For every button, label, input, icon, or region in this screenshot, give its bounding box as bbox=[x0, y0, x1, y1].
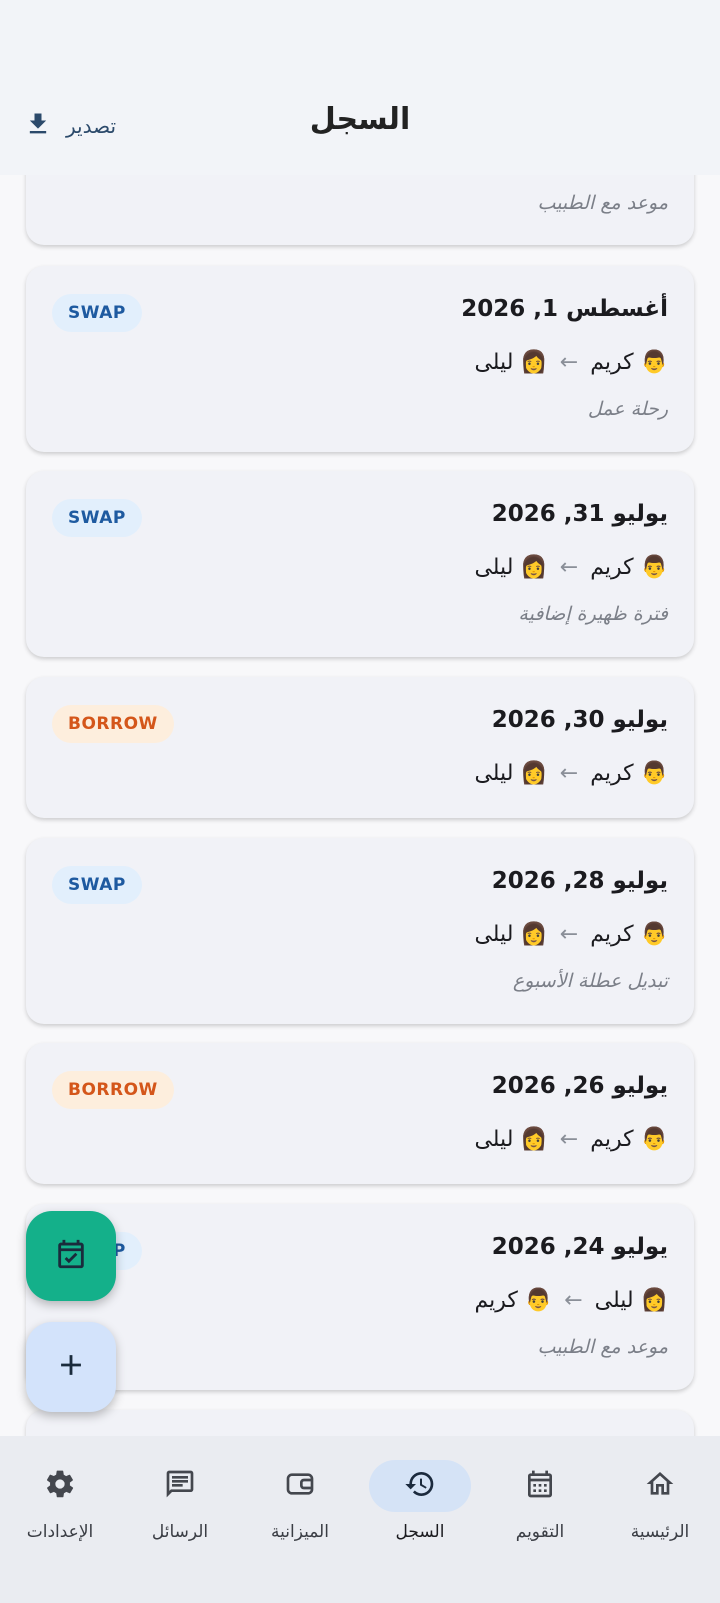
entry-note: موعد مع الطبيب bbox=[537, 192, 668, 214]
arrow-left-icon: ← bbox=[559, 350, 579, 375]
entry-date: يوليو 24, 2026 bbox=[491, 1234, 668, 1260]
message-icon bbox=[164, 1468, 196, 1504]
entry-parties: 👨 كريم ← 👩 ليلى bbox=[474, 761, 668, 786]
nav-label: الميزانية bbox=[271, 1522, 329, 1542]
entry-note: فترة ظهيرة إضافية bbox=[518, 603, 668, 625]
calendar-check-icon bbox=[54, 1237, 88, 1275]
history-icon bbox=[404, 1468, 436, 1504]
calendar-fab[interactable] bbox=[26, 1211, 116, 1301]
nav-label: الرئيسية bbox=[630, 1522, 690, 1542]
entry-date: يوليو 30, 2026 bbox=[491, 707, 668, 733]
home-icon bbox=[644, 1468, 676, 1504]
history-card[interactable]: يوليو 26, 2026 BORROW 👨 كريم ← 👩 ليلى bbox=[26, 1043, 694, 1184]
from-person: 👩 ليلى bbox=[594, 1288, 668, 1313]
entry-parties: 👨 كريم ← 👩 ليلى bbox=[474, 555, 668, 580]
plus-icon bbox=[54, 1348, 88, 1386]
entry-parties: 👨 كريم ← 👩 ليلى bbox=[474, 1127, 668, 1152]
entry-note: رحلة عمل bbox=[587, 398, 668, 420]
from-person: 👨 كريم bbox=[590, 555, 668, 580]
history-card[interactable]: يوليو 30, 2026 BORROW 👨 كريم ← 👩 ليلى bbox=[26, 677, 694, 818]
calendar-icon bbox=[524, 1468, 556, 1504]
nav-label: الرسائل bbox=[151, 1522, 209, 1542]
wallet-icon bbox=[284, 1468, 316, 1504]
nav-item-settings[interactable]: الإعدادات bbox=[0, 1460, 120, 1570]
add-fab[interactable] bbox=[26, 1322, 116, 1412]
app-bar: السجل تصدير bbox=[0, 0, 720, 175]
arrow-left-icon: ← bbox=[559, 555, 579, 580]
history-card[interactable]: يوليو 28, 2026 SWAP 👨 كريم ← 👩 ليلى تبدي… bbox=[26, 838, 694, 1024]
entry-parties: 👨 كريم ← 👩 ليلى bbox=[474, 922, 668, 947]
entry-date: يوليو 28, 2026 bbox=[491, 868, 668, 894]
settings-icon bbox=[44, 1468, 76, 1504]
history-card[interactable] bbox=[26, 1410, 694, 1436]
entry-parties: 👩 ليلى ← 👨 كريم bbox=[474, 1288, 668, 1313]
from-person: 👨 كريم bbox=[590, 1127, 668, 1152]
history-card[interactable]: يوليو 24, 2026 SWAP 👩 ليلى ← 👨 كريم موعد… bbox=[26, 1204, 694, 1390]
type-badge: BORROW bbox=[52, 705, 174, 743]
to-person: 👩 ليلى bbox=[474, 1127, 548, 1152]
entry-parties: 👨 كريم ← 👩 ليلى bbox=[474, 350, 668, 375]
nav-label: السجل bbox=[395, 1522, 445, 1542]
entry-date: يوليو 26, 2026 bbox=[491, 1073, 668, 1099]
to-person: 👩 ليلى bbox=[474, 761, 548, 786]
nav-item-history[interactable]: السجل bbox=[360, 1460, 480, 1570]
type-badge: BORROW bbox=[52, 1071, 174, 1109]
entry-date: يوليو 31, 2026 bbox=[491, 501, 668, 527]
nav-label: التقويم bbox=[515, 1522, 565, 1542]
nav-item-messages[interactable]: الرسائل bbox=[120, 1460, 240, 1570]
export-label: تصدير bbox=[66, 114, 117, 138]
type-badge: SWAP bbox=[52, 499, 142, 537]
arrow-left-icon: ← bbox=[559, 922, 579, 947]
arrow-left-icon: ← bbox=[559, 761, 579, 786]
type-badge: SWAP bbox=[52, 866, 142, 904]
download-icon bbox=[24, 110, 52, 142]
from-person: 👨 كريم bbox=[590, 350, 668, 375]
history-card[interactable]: يوليو 31, 2026 SWAP 👨 كريم ← 👩 ليلى فترة… bbox=[26, 471, 694, 657]
to-person: 👩 ليلى bbox=[474, 555, 548, 580]
nav-item-budget[interactable]: الميزانية bbox=[240, 1460, 360, 1570]
entry-date: أغسطس 1, 2026 bbox=[461, 296, 668, 322]
arrow-left-icon: ← bbox=[559, 1127, 579, 1152]
entry-note: تبديل عطلة الأسبوع bbox=[512, 970, 668, 992]
history-card[interactable]: أغسطس 1, 2026 SWAP 👨 كريم ← 👩 ليلى رحلة … bbox=[26, 266, 694, 452]
to-person: 👩 ليلى bbox=[474, 922, 548, 947]
export-button[interactable]: تصدير bbox=[24, 110, 116, 142]
arrow-left-icon: ← bbox=[564, 1288, 583, 1313]
from-person: 👨 كريم bbox=[590, 761, 668, 786]
nav-item-home[interactable]: الرئيسية bbox=[600, 1460, 720, 1570]
entry-note: موعد مع الطبيب bbox=[537, 1336, 668, 1358]
bottom-navigation: الرئيسية التقويم السجل الميزانية الرسائل… bbox=[0, 1436, 720, 1603]
from-person: 👨 كريم bbox=[590, 922, 668, 947]
type-badge: SWAP bbox=[52, 294, 142, 332]
nav-item-calendar[interactable]: التقويم bbox=[480, 1460, 600, 1570]
to-person: 👨 كريم bbox=[474, 1288, 553, 1313]
to-person: 👩 ليلى bbox=[474, 350, 548, 375]
nav-label: الإعدادات bbox=[26, 1522, 94, 1542]
